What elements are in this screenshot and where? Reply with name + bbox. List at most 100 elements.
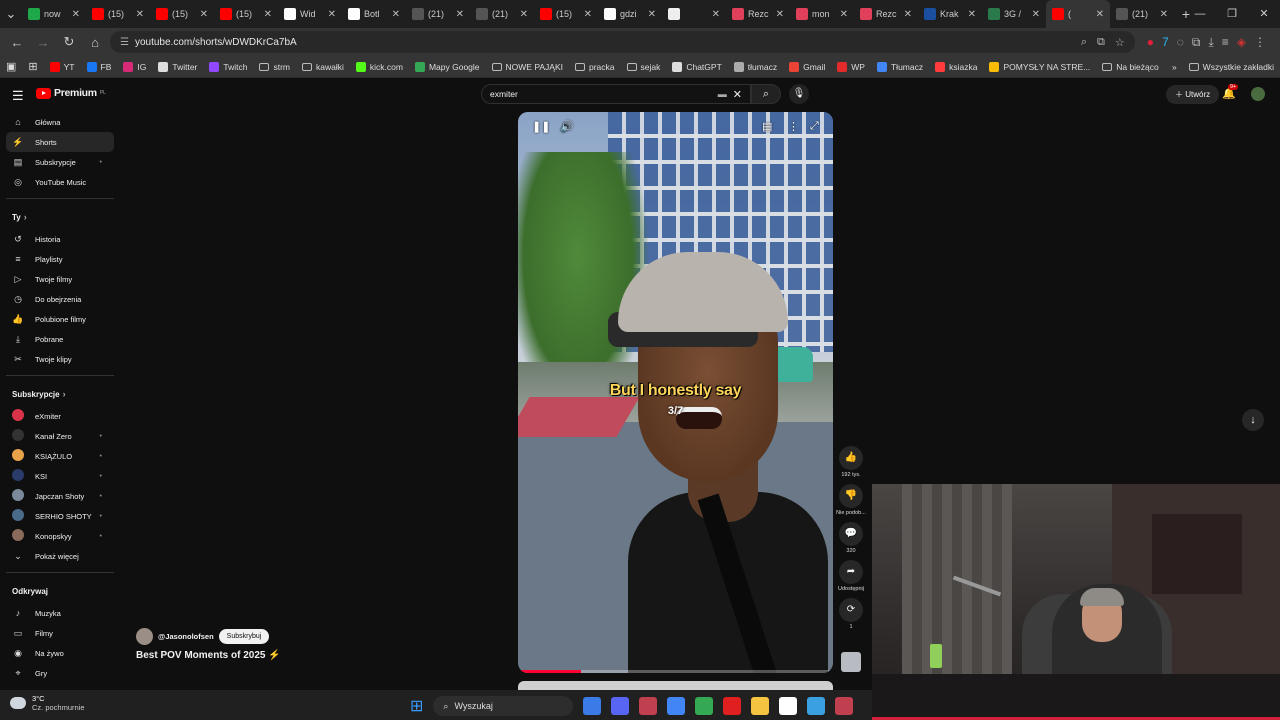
restore-button[interactable]: ❐	[1216, 0, 1248, 28]
sidebar-item-shorts[interactable]: ⚡ Shorts	[6, 132, 114, 152]
browser-tab[interactable]: Krak ✕	[918, 0, 982, 28]
bookmark-item[interactable]: tłumacz	[733, 61, 777, 72]
subscribe-button[interactable]: Subskrybuj	[218, 629, 270, 644]
url-bar[interactable]: ☰ youtube.com/shorts/wDWDKrCa7bA ⌕ ⧉ ☆	[110, 31, 1135, 53]
search-input[interactable]: exmiter ▬ ✕	[481, 84, 751, 104]
minimize-button[interactable]: —	[1184, 0, 1216, 28]
media-icon[interactable]: ≡	[1222, 35, 1229, 50]
sidebar-toggle-icon[interactable]: ▣	[6, 60, 16, 73]
taskbar-app-icon[interactable]	[779, 697, 798, 715]
sidebar-item-clips[interactable]: ✂ Twoje klipy	[6, 349, 114, 369]
menu-kebab-icon[interactable]: ⋮	[1254, 35, 1266, 50]
bookmark-item[interactable]: sejak	[626, 62, 660, 72]
home-button[interactable]: ⌂	[84, 35, 106, 50]
taskbar-app-icon[interactable]	[807, 697, 826, 715]
profile-shield-icon[interactable]: ◈	[1237, 35, 1246, 50]
start-button[interactable]: ⊞	[410, 696, 423, 716]
bookmark-item[interactable]: NOWE PAJĄKI	[491, 62, 563, 72]
tab-close-icon[interactable]: ✕	[968, 9, 976, 20]
taskbar-app-icon[interactable]	[583, 697, 602, 715]
sidebar-item-music[interactable]: ♪ Muzyka	[6, 603, 114, 623]
tab-close-icon[interactable]: ✕	[136, 9, 144, 20]
pause-icon[interactable]: ❚❚	[532, 120, 550, 133]
weather-widget[interactable]: 3°C Cz. pochmurnie	[10, 694, 85, 712]
back-button[interactable]: ←	[6, 35, 28, 50]
tab-close-icon[interactable]: ✕	[584, 9, 592, 20]
browser-tab[interactable]: (21) ✕	[406, 0, 470, 28]
tab-close-icon[interactable]: ✕	[712, 9, 720, 20]
install-icon[interactable]: ⧉	[1097, 36, 1105, 49]
site-info-icon[interactable]: ☰	[120, 37, 129, 48]
bookmark-item[interactable]: ChatGPT	[672, 61, 722, 72]
sidebar-subscription[interactable]: SERHIO SHOTY •	[6, 506, 114, 526]
reload-button[interactable]: ↻	[58, 34, 80, 50]
youtube-premium-logo[interactable]: Premium PL	[36, 87, 106, 99]
tab-close-icon[interactable]: ✕	[776, 9, 784, 20]
tab-close-icon[interactable]: ✕	[392, 9, 400, 20]
sidebar-section-explore[interactable]: Odkrywaj	[6, 579, 114, 603]
bookmark-item[interactable]: YT	[49, 61, 75, 72]
sidebar-item-playlists[interactable]: ≡ Playlisty	[6, 249, 114, 269]
sidebar-item-gaming[interactable]: ⌖ Gry	[6, 663, 114, 683]
sidebar-item-downloads[interactable]: ⤓ Pobrane	[6, 329, 114, 349]
keyboard-icon[interactable]: ▬	[718, 89, 727, 99]
bookmark-item[interactable]: Tłumacz	[876, 61, 923, 72]
bookmark-item[interactable]: strm	[259, 62, 290, 72]
sidebar-item-liked[interactable]: 👍 Polubione filmy	[6, 309, 114, 329]
create-button[interactable]: ＋ Utwórz	[1166, 85, 1220, 104]
download-icon[interactable]: ⤓	[1208, 35, 1213, 50]
tab-close-icon[interactable]: ✕	[328, 9, 336, 20]
browser-tab[interactable]: (15) ✕	[534, 0, 598, 28]
taskbar-app-icon[interactable]	[667, 697, 686, 715]
tab-close-icon[interactable]: ✕	[1160, 9, 1168, 20]
notifications-bell-icon[interactable]: 🔔 9+	[1222, 84, 1239, 100]
bookmark-item[interactable]: Mapy Google	[414, 61, 480, 72]
more-bookmarks-chevron-icon[interactable]: »	[1172, 62, 1177, 72]
browser-tab[interactable]: (15) ✕	[86, 0, 150, 28]
taskbar-app-icon[interactable]	[695, 697, 714, 715]
tab-close-icon[interactable]: ✕	[840, 9, 848, 20]
taskbar-app-icon[interactable]	[751, 697, 770, 715]
bookmark-item[interactable]: Twitch	[209, 61, 247, 72]
taskbar-search[interactable]: ⌕ Wyszukaj	[433, 696, 574, 716]
tab-search-chevron-icon[interactable]: ⌄	[0, 6, 22, 22]
bookmark-item[interactable]: Na bieżąco	[1102, 62, 1159, 72]
tab-close-icon[interactable]: ✕	[648, 9, 656, 20]
apps-grid-icon[interactable]: ⊞	[28, 60, 37, 73]
browser-tab[interactable]: now ✕	[22, 0, 86, 28]
clear-search-icon[interactable]: ✕	[733, 88, 742, 101]
channel-handle[interactable]: @Jasonolofsen	[158, 632, 214, 641]
bookmark-item[interactable]: Twitter	[158, 61, 197, 72]
search-button[interactable]: ⌕	[751, 84, 781, 104]
sound-thumbnail[interactable]	[841, 652, 861, 672]
tab-close-icon[interactable]: ✕	[72, 9, 80, 20]
browser-tab[interactable]: (15) ✕	[150, 0, 214, 28]
browser-tab[interactable]: 3G / ✕	[982, 0, 1046, 28]
voice-search-button[interactable]: 🎙	[789, 84, 809, 104]
channel-avatar[interactable]	[136, 628, 153, 645]
volume-icon[interactable]: 🔊	[560, 120, 574, 133]
sidebar-item-movies[interactable]: ▭ Filmy	[6, 623, 114, 643]
tab-close-icon[interactable]: ✕	[456, 9, 464, 20]
fullscreen-icon[interactable]: ⤢	[810, 120, 819, 133]
browser-tab[interactable]: (21) ✕	[1110, 0, 1174, 28]
sidebar-item-live[interactable]: ◉ Na żywo	[6, 643, 114, 663]
taskbar-app-icon[interactable]	[723, 697, 742, 715]
sidebar-item-music[interactable]: ◎ YouTube Music	[6, 172, 114, 192]
remix-button[interactable]: ⟳ 1	[834, 598, 868, 630]
bookmark-item[interactable]: POMYSŁY NA STRE...	[989, 61, 1090, 72]
sidebar-subscription[interactable]: eXmiter	[6, 406, 114, 426]
sidebar-subscription[interactable]: Japczan Shoty •	[6, 486, 114, 506]
sidebar-subscription[interactable]: KSIĄŻULO •	[6, 446, 114, 466]
sidebar-show-more[interactable]: ⌄ Pokaż więcej	[6, 546, 114, 566]
share-button[interactable]: ➦ Udostępnij	[834, 560, 868, 592]
forward-button[interactable]: →	[32, 35, 54, 50]
browser-tab[interactable]: Rezc ✕	[726, 0, 790, 28]
sidebar-section-subscriptions[interactable]: Subskrypcje ›	[6, 382, 114, 406]
short-title[interactable]: Best POV Moments of 2025 ⚡	[136, 650, 281, 661]
next-short-button[interactable]: ↓	[1242, 409, 1264, 431]
bookmark-item[interactable]: WP	[837, 61, 865, 72]
browser-tab[interactable]: Wid ✕	[278, 0, 342, 28]
bookmark-item[interactable]: FB	[86, 61, 111, 72]
all-bookmarks-folder[interactable]: Wszystkie zakładki	[1188, 62, 1274, 72]
